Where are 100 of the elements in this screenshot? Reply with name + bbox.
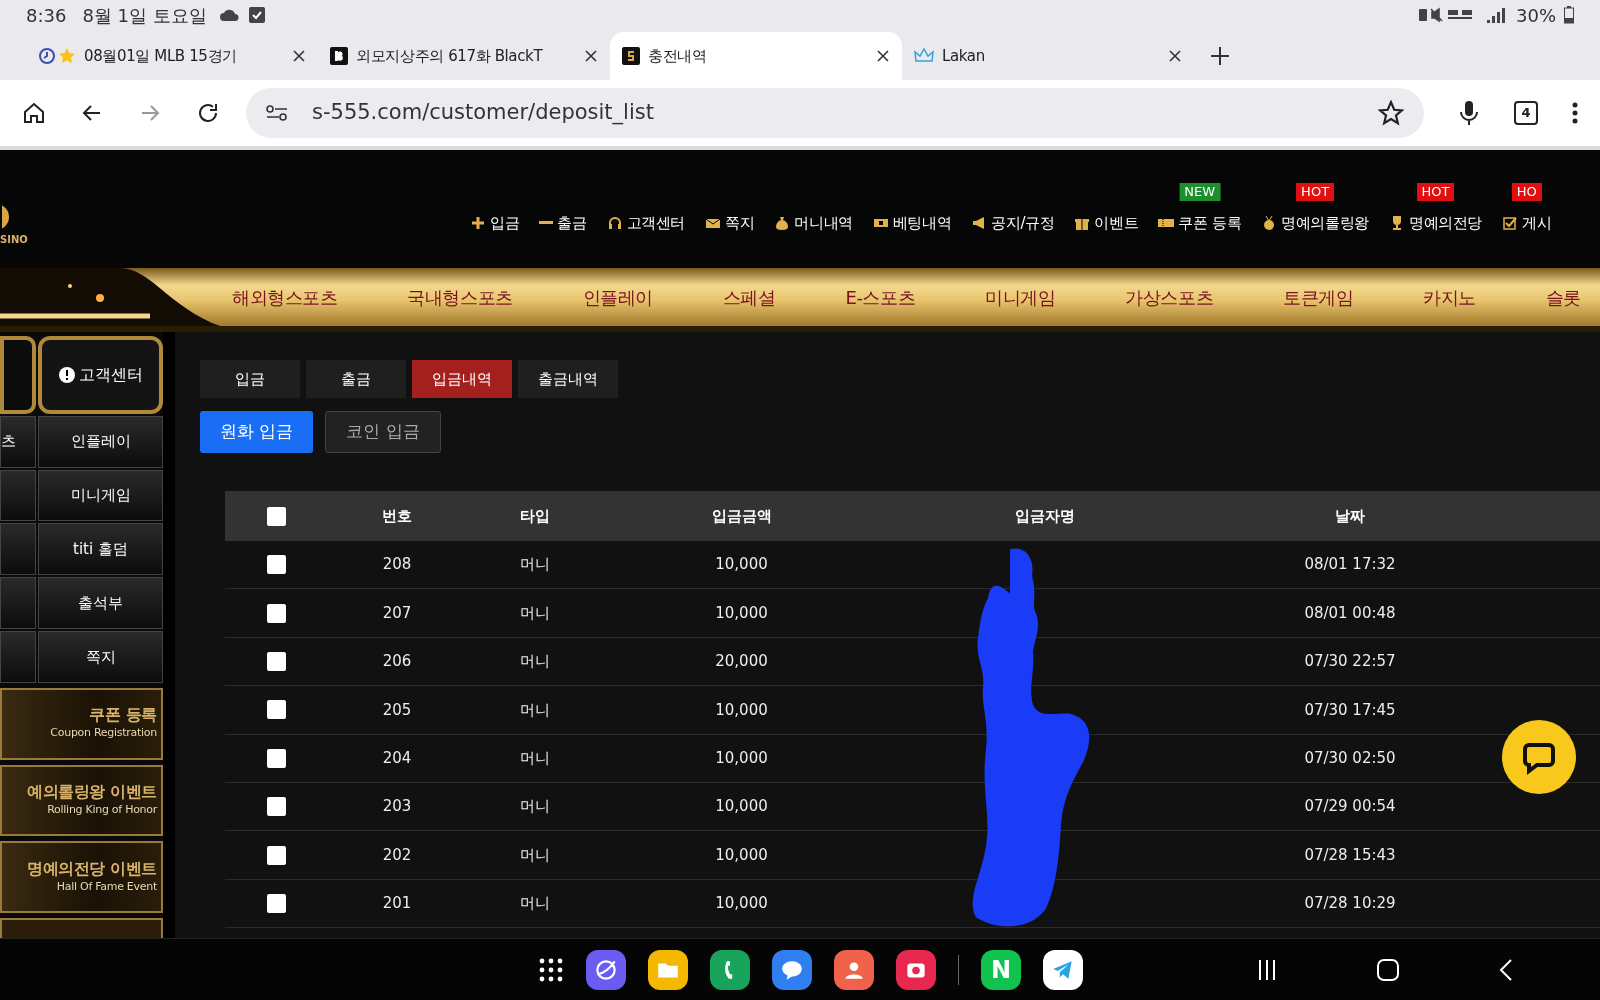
camera-icon[interactable] [896, 949, 936, 990]
close-icon[interactable] [584, 49, 598, 63]
money-bag-icon [774, 214, 791, 231]
close-icon[interactable] [1168, 49, 1182, 63]
sub-tab[interactable]: 입금내역 [412, 360, 512, 398]
sidebar-tile[interactable]: 미니게임 [38, 469, 163, 522]
table-cell-text: 머니 [519, 748, 551, 769]
sidebar-tile[interactable] [0, 469, 36, 522]
logo-text: SINO [0, 233, 28, 247]
row-checkbox[interactable] [266, 893, 286, 913]
address-field[interactable]: s-555.com/customer/deposit_list [246, 88, 1424, 138]
table-cell-text: 08/01 17:32 [1303, 554, 1397, 576]
home-icon[interactable] [1377, 958, 1399, 981]
table-cell-text: 머니 [519, 796, 551, 818]
game-nav-link[interactable]: 미니게임 [985, 283, 1056, 311]
microphone-icon[interactable] [1458, 100, 1480, 126]
home-icon[interactable] [22, 101, 46, 125]
sub-tab[interactable]: 입금 [200, 360, 300, 398]
game-nav-link[interactable]: E-스포츠 [845, 283, 916, 311]
banner-subtitle: Rolling King of Honor [47, 802, 157, 819]
star-icon[interactable] [1378, 100, 1404, 126]
game-nav-link[interactable]: 인플레이 [582, 283, 653, 311]
back-icon[interactable] [1499, 958, 1513, 981]
reload-icon[interactable] [196, 101, 220, 125]
sidebar-tile[interactable]: 출석부 [38, 577, 163, 629]
recents-icon[interactable] [1257, 958, 1277, 981]
top-menu-item[interactable]: 머니내역 [774, 211, 853, 234]
top-menu-item[interactable]: 이벤트 [1074, 211, 1139, 234]
row-checkbox[interactable] [266, 748, 286, 768]
sidebar-tile[interactable] [0, 630, 36, 683]
top-menu-item[interactable]: 공지/규정 [971, 211, 1055, 234]
game-nav-link[interactable]: 가상스포츠 [1125, 283, 1214, 311]
row-checkbox[interactable] [266, 700, 286, 720]
person-icon[interactable] [834, 949, 874, 990]
app-grid-icon[interactable] [538, 956, 564, 983]
close-icon[interactable] [292, 49, 306, 63]
phone-icon[interactable] [710, 949, 750, 990]
sidebar-tile[interactable] [0, 577, 36, 629]
top-menu-item[interactable]: 출금 [539, 211, 587, 234]
top-menu-item[interactable]: 쪽지 [705, 211, 755, 234]
menu-badge: NEW [1179, 182, 1221, 201]
table-cell-text: 204 [381, 748, 413, 769]
browser-tab[interactable]: 08월01일 MLB 15경기 [26, 32, 318, 80]
sub-tab[interactable]: 출금 [306, 360, 406, 398]
event-banner[interactable]: 명예의전당 이벤트 Hall Of Fame Event [0, 841, 163, 914]
sidebar-tile[interactable]: 인플레이 [38, 415, 163, 468]
planet-icon[interactable] [586, 949, 626, 990]
table-cell-text: 202 [381, 844, 413, 866]
event-banner[interactable]: 쿠폰 등록 Coupon Registration [0, 687, 163, 760]
site-settings-icon[interactable] [266, 104, 288, 122]
favicon-icon [330, 47, 348, 65]
support-button[interactable]: 고객센터 [38, 336, 163, 414]
sidebar-tile[interactable]: 쪽지 [38, 630, 163, 683]
table-cell-text: 10,000 [714, 844, 769, 866]
menu-label: 명예의롤링왕 [1281, 212, 1369, 234]
sidebar-tile[interactable] [0, 523, 36, 576]
menu-icon[interactable] [1572, 101, 1578, 125]
game-nav-link[interactable]: 국내형스포츠 [407, 283, 513, 311]
tab-switcher[interactable]: 4 [1514, 101, 1538, 125]
game-nav-link[interactable]: 토큰게임 [1283, 283, 1354, 311]
row-checkbox[interactable] [266, 603, 286, 623]
game-nav-link[interactable]: 카지노 [1423, 283, 1476, 311]
event-banner[interactable]: 예의롤링왕 이벤트 Rolling King of Honor [0, 764, 163, 837]
clock-icon [38, 47, 56, 65]
event-banner[interactable] [0, 918, 163, 938]
row-checkbox[interactable] [266, 845, 286, 865]
browser-tab[interactable]: 외모지상주의 617화 BlackT [318, 32, 610, 80]
game-nav-link[interactable]: 해외형스포츠 [232, 283, 338, 311]
deposit-type-button[interactable]: 원화 입금 [200, 411, 314, 453]
browser-tab[interactable]: 충전내역 [610, 32, 902, 80]
column-header: 날짜 [1334, 505, 1366, 527]
column-header: 입금금액 [710, 505, 773, 527]
sidebar-tile[interactable]: titi 홀덤 [38, 523, 163, 576]
top-menu-item[interactable]: 고객센터 [606, 211, 685, 234]
alert-icon [58, 366, 75, 383]
folder-icon[interactable] [648, 949, 688, 990]
top-menu-item[interactable]: 입금 [470, 211, 520, 234]
new-tab-icon[interactable] [1210, 46, 1230, 66]
deposit-type-button[interactable]: 코인 입금 [325, 411, 441, 453]
sub-tab[interactable]: 출금내역 [518, 360, 618, 398]
table-cell-text: 10,000 [714, 796, 769, 818]
game-nav-link[interactable]: 스페셜 [722, 283, 776, 311]
close-icon[interactable] [876, 49, 890, 63]
game-nav-link[interactable]: 슬롯 [1545, 283, 1582, 311]
row-checkbox[interactable] [266, 651, 286, 671]
select-all-checkbox[interactable] [266, 506, 286, 526]
table-cell-text: 07/30 17:45 [1303, 699, 1397, 721]
tab-title: Lakan [942, 45, 985, 67]
paper-plane-icon[interactable] [1043, 949, 1083, 990]
row-checkbox[interactable] [266, 555, 286, 575]
table-cell-text: 07/30 02:50 [1303, 748, 1397, 769]
menu-label: 베팅내역 [892, 212, 952, 234]
table-cell-text: 203 [381, 796, 413, 818]
chat-bubble-icon[interactable] [772, 949, 812, 990]
browser-tab[interactable]: Lakan [902, 32, 1194, 80]
row-checkbox[interactable] [266, 797, 286, 817]
sidebar-tile[interactable]: 츠 [0, 415, 36, 468]
table-cell-text: 205 [381, 699, 413, 721]
menu-label: 쪽지 [725, 212, 755, 234]
top-menu-item[interactable]: 베팅내역 [872, 211, 952, 234]
